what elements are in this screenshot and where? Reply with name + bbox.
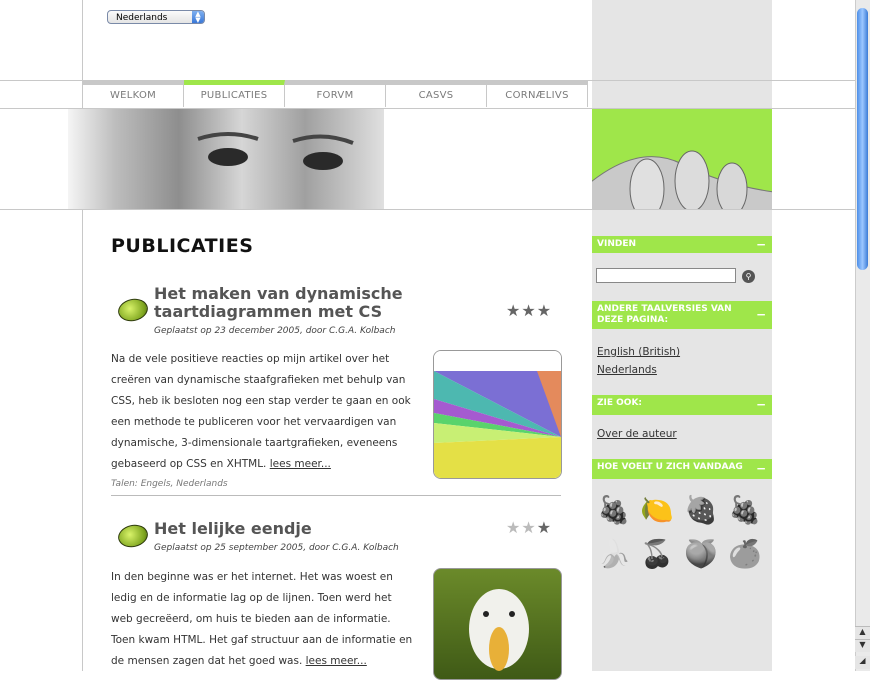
other-languages-heading: ANDERE TAALVERSIES VAN DEZE PAGINA: − xyxy=(592,301,772,329)
header-hand-image xyxy=(592,109,772,209)
post-body: In den beginne was er het internet. Het … xyxy=(111,567,416,672)
star-icon: ★ xyxy=(506,301,522,320)
collapse-icon[interactable]: − xyxy=(756,309,766,321)
post-title[interactable]: Het maken van dynamische taartdiagrammen… xyxy=(154,285,414,321)
see-also-link-author[interactable]: Over de auteur xyxy=(597,428,677,440)
header-face-image xyxy=(68,109,384,209)
banana-icon[interactable]: 🍌 xyxy=(597,538,631,572)
resize-grip-icon[interactable]: ◢ xyxy=(855,656,870,669)
strawberry-icon[interactable]: 🍓 xyxy=(684,494,718,528)
collapse-icon[interactable]: − xyxy=(756,238,766,250)
language-select[interactable]: Nederlands ▲ ▼ xyxy=(107,10,205,24)
nav-item-forvm[interactable]: FORVM xyxy=(285,80,386,107)
raspberry-icon[interactable]: 🍇 xyxy=(728,494,762,528)
post-meta: Geplaatst op 25 september 2005, door C.G… xyxy=(154,543,399,553)
post-divider xyxy=(111,495,561,496)
read-more-link[interactable]: lees meer... xyxy=(306,655,367,667)
post-meta: Geplaatst op 23 december 2005, door C.G.… xyxy=(154,326,396,336)
pie-chart-thumbnail[interactable] xyxy=(433,350,562,479)
duck-thumbnail[interactable] xyxy=(433,568,562,680)
collapse-icon[interactable]: − xyxy=(756,463,766,475)
other-languages-heading-label: ANDERE TAALVERSIES VAN DEZE PAGINA: xyxy=(597,304,732,325)
find-heading: VINDEN − xyxy=(592,236,772,253)
post-body: Na de vele positieve reacties op mijn ar… xyxy=(111,349,416,475)
page-title: PUBLICATIES xyxy=(111,235,254,257)
star-icon: ★ xyxy=(521,301,537,320)
main-nav: WELKOM PUBLICATIES FORVM CASVS CORNÆLIVS xyxy=(83,80,588,108)
mood-heading: HOE VOELT U ZICH VANDAAG − xyxy=(592,459,772,479)
search-input[interactable] xyxy=(596,268,736,283)
lime-icon xyxy=(116,296,150,324)
post-body-text: Na de vele positieve reacties op mijn ar… xyxy=(111,353,411,470)
lime-icon xyxy=(116,522,150,550)
scroll-up-icon[interactable]: ▲ xyxy=(855,626,870,639)
collapse-icon[interactable]: − xyxy=(756,399,766,411)
read-more-link[interactable]: lees meer... xyxy=(270,458,331,470)
nav-item-publicaties[interactable]: PUBLICATIES xyxy=(184,80,285,107)
language-select-value: Nederlands xyxy=(116,13,168,23)
rating-stars: ★★★ xyxy=(506,518,552,537)
frame-line-banner xyxy=(0,209,855,210)
see-also-heading-label: ZIE OOK: xyxy=(597,398,643,408)
grapes-icon[interactable]: 🍇 xyxy=(597,494,631,528)
star-icon: ★ xyxy=(536,301,553,320)
mood-heading-label: HOE VOELT U ZICH VANDAAG xyxy=(597,462,743,472)
star-icon: ★ xyxy=(536,518,553,537)
post-body-text: In den beginne was er het internet. Het … xyxy=(111,571,413,667)
language-link-nederlands[interactable]: Nederlands xyxy=(597,364,657,376)
scrollbar-thumb[interactable] xyxy=(857,8,868,270)
star-icon: ★ xyxy=(521,518,537,537)
nav-item-casvs[interactable]: CASVS xyxy=(386,80,487,107)
nav-item-cornaelivs[interactable]: CORNÆLIVS xyxy=(487,80,588,107)
grapefruit-icon[interactable]: 🍊 xyxy=(728,538,762,572)
peach-icon[interactable]: 🍑 xyxy=(684,538,718,572)
post-languages: Talen: Engels, Nederlands xyxy=(111,479,228,489)
see-also-heading: ZIE OOK: − xyxy=(592,395,772,415)
select-arrows-icon: ▲ ▼ xyxy=(192,11,204,24)
nav-item-welkom[interactable]: WELKOM xyxy=(83,80,184,107)
cherries-icon[interactable]: 🍒 xyxy=(640,538,674,572)
rating-stars: ★★★ xyxy=(506,301,552,320)
search-icon[interactable]: ⚲ xyxy=(742,270,755,283)
scroll-down-icon[interactable]: ▼ xyxy=(855,639,870,652)
lime-icon[interactable]: 🍋 xyxy=(640,494,674,528)
post-title[interactable]: Het lelijke eendje xyxy=(154,520,414,538)
find-heading-label: VINDEN xyxy=(597,239,636,249)
language-link-english[interactable]: English (British) xyxy=(597,346,680,358)
star-icon: ★ xyxy=(506,518,522,537)
